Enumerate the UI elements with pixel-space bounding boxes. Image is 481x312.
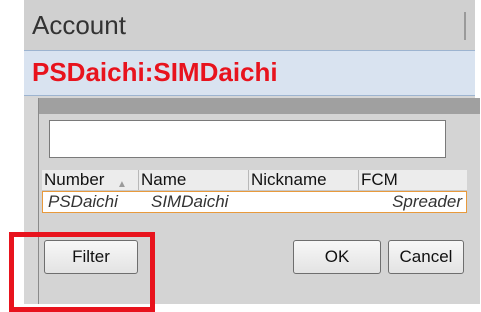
account-label: Account <box>32 10 126 40</box>
column-header-fcm[interactable]: FCM <box>359 170 467 190</box>
search-input[interactable] <box>49 120 446 158</box>
column-header-fcm-label: FCM <box>361 170 398 189</box>
column-divider <box>464 12 466 40</box>
cancel-button[interactable]: Cancel <box>388 240 464 274</box>
column-header-nickname-label: Nickname <box>251 170 327 189</box>
ok-button-label: OK <box>324 247 350 266</box>
cancel-button-label: Cancel <box>399 247 453 266</box>
column-header-name-label: Name <box>141 170 187 189</box>
table-row[interactable]: PSDaichi SIMDaichi Spreader <box>42 191 467 213</box>
column-header-number[interactable]: Number ▲ <box>42 170 139 190</box>
filter-highlight-annotation <box>9 232 155 312</box>
column-header-number-label: Number <box>44 170 105 189</box>
column-header-nickname[interactable]: Nickname <box>249 170 359 190</box>
selected-account-field[interactable]: PSDaichi:SIMDaichi <box>24 50 475 96</box>
cell-fcm: Spreader <box>392 192 462 211</box>
selected-account-value: PSDaichi:SIMDaichi <box>32 57 278 87</box>
cell-number: PSDaichi <box>48 192 118 211</box>
ok-button[interactable]: OK <box>293 240 381 274</box>
table-header: Number ▲ Name Nickname FCM <box>42 170 467 191</box>
column-header-name[interactable]: Name <box>139 170 249 190</box>
popup-top-bar <box>39 98 480 114</box>
cell-name: SIMDaichi <box>151 192 229 211</box>
account-header: Account <box>24 0 475 50</box>
